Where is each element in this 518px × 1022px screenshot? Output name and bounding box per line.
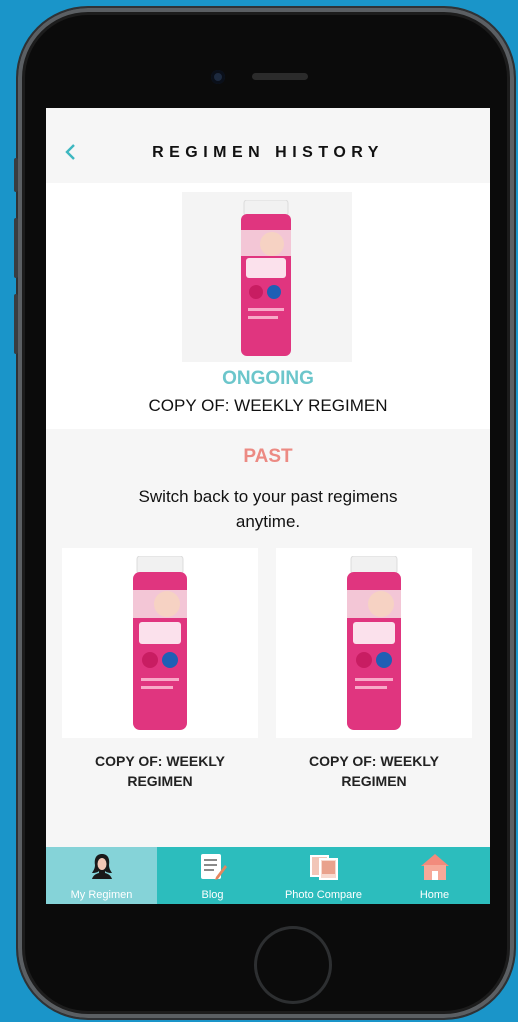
- cleanser-bottle-image: [241, 200, 291, 356]
- tab-bar: My Regimen Blog Photo Compare Home: [46, 847, 490, 904]
- past-heading: PAST: [243, 446, 293, 467]
- tab-label: Photo Compare: [284, 889, 363, 901]
- past-section: PAST Switch back to your past regimens a…: [46, 429, 490, 904]
- past-description: Switch back to your past regimens anytim…: [138, 487, 398, 531]
- past-regimen-card-image[interactable]: [62, 548, 258, 738]
- tab-my-regimen[interactable]: My Regimen: [46, 847, 157, 904]
- nav-header: REGIMEN HISTORY: [46, 108, 490, 183]
- photos-icon: [309, 855, 338, 880]
- tab-blog[interactable]: Blog: [157, 847, 268, 904]
- past-regimen-name[interactable]: COPY OF: WEEKLY REGIMEN: [62, 751, 258, 791]
- document-icon: [200, 854, 227, 880]
- home-button[interactable]: [254, 926, 332, 1004]
- earpiece-speaker: [252, 73, 308, 80]
- mute-switch: [14, 158, 18, 192]
- person-icon: [91, 854, 112, 879]
- tab-label: Home: [419, 889, 450, 901]
- tab-label: My Regimen: [70, 889, 133, 901]
- tab-label: Blog: [201, 889, 224, 901]
- house-icon: [420, 854, 449, 880]
- ongoing-regimen-name[interactable]: COPY OF: WEEKLY REGIMEN: [46, 396, 490, 416]
- app-screen: REGIMEN HISTORY ONGOING COPY OF: WEEKLY …: [46, 108, 490, 904]
- page-title: REGIMEN HISTORY: [152, 144, 384, 161]
- ongoing-status: ONGOING: [222, 368, 314, 389]
- volume-down-button: [14, 294, 18, 354]
- volume-up-button: [14, 218, 18, 278]
- past-regimen-name[interactable]: COPY OF: WEEKLY REGIMEN: [276, 751, 472, 791]
- cleanser-bottle-image: [347, 556, 401, 730]
- tab-home[interactable]: Home: [379, 847, 490, 904]
- front-camera: [211, 70, 225, 84]
- cleanser-bottle-image: [133, 556, 187, 730]
- tab-photo-compare[interactable]: Photo Compare: [268, 847, 379, 904]
- ongoing-product-image[interactable]: [182, 192, 352, 362]
- past-regimen-card-image[interactable]: [276, 548, 472, 738]
